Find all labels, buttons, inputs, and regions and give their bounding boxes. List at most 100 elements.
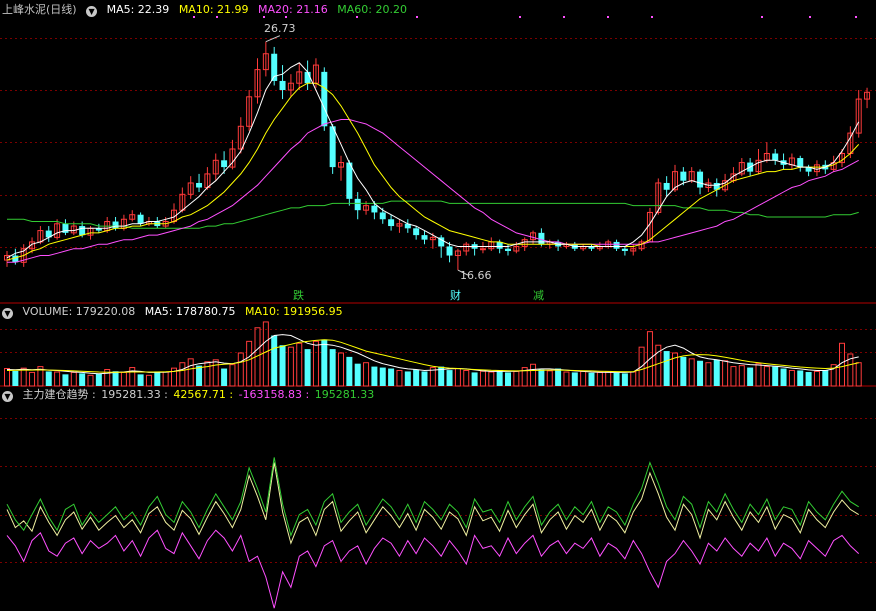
candle-body bbox=[379, 212, 386, 220]
top-marker-dot bbox=[809, 16, 811, 18]
volume-bar bbox=[404, 371, 411, 386]
volume-bar bbox=[788, 369, 795, 387]
candle-body bbox=[697, 171, 704, 188]
candle-body bbox=[505, 248, 511, 251]
volume-bar bbox=[747, 367, 754, 386]
indicator-v4: 195281.33 bbox=[314, 388, 375, 401]
candle-body bbox=[354, 198, 361, 211]
indicator-line-white bbox=[6, 462, 859, 545]
volume-bar bbox=[388, 368, 395, 386]
volume-bar bbox=[697, 360, 704, 386]
volume-ma5-label: MA5: 178780.75 bbox=[144, 305, 236, 318]
volume-bar bbox=[329, 349, 336, 386]
volume-bar bbox=[530, 363, 537, 387]
event-marker-jian[interactable]: 减 bbox=[532, 289, 545, 302]
volume-bar bbox=[605, 371, 612, 387]
indicator-title: 主力建仓趋势 : bbox=[22, 388, 96, 401]
volume-bar bbox=[187, 358, 194, 387]
candle-body bbox=[112, 221, 119, 229]
volume-bar bbox=[496, 370, 503, 386]
top-marker-dot bbox=[651, 16, 653, 18]
volume-bar bbox=[546, 370, 553, 387]
volume-bar bbox=[780, 368, 787, 386]
volume-bar bbox=[262, 321, 269, 387]
volume-bar bbox=[413, 369, 420, 386]
volume-bar bbox=[630, 371, 637, 387]
volume-bar bbox=[354, 363, 361, 386]
volume-bar bbox=[95, 373, 102, 386]
candle-body bbox=[446, 246, 453, 256]
candle-body bbox=[772, 153, 779, 161]
top-marker-dot bbox=[519, 16, 521, 18]
volume-bar bbox=[471, 372, 478, 386]
top-marker-dot bbox=[607, 16, 609, 18]
volume-header: ▼ VOLUME: 179220.08 MA5: 178780.75 MA10:… bbox=[2, 304, 349, 320]
candle-body bbox=[388, 219, 395, 227]
candle-body bbox=[613, 241, 620, 249]
volume-bar bbox=[688, 358, 695, 387]
volume-bar bbox=[120, 371, 127, 387]
volume-bar bbox=[296, 342, 303, 387]
volume-bar bbox=[221, 368, 228, 386]
indicator-line-magenta bbox=[6, 529, 860, 609]
volume-bar bbox=[805, 372, 812, 386]
volume-bar bbox=[204, 361, 211, 387]
top-marker-dot bbox=[761, 16, 763, 18]
volume-bar bbox=[797, 370, 804, 386]
volume-bar bbox=[755, 363, 762, 387]
ma10-label: MA10: 21.99 bbox=[178, 3, 249, 16]
volume-bar bbox=[212, 359, 219, 387]
candle-body bbox=[196, 182, 203, 188]
volume-bar bbox=[154, 371, 161, 386]
volume-bar bbox=[12, 370, 19, 386]
candle-body bbox=[221, 160, 228, 168]
candle-body bbox=[321, 71, 328, 127]
volume-bar bbox=[396, 369, 403, 387]
event-marker-die[interactable]: 跌 bbox=[292, 289, 305, 302]
volume-bar bbox=[271, 335, 278, 386]
volume-bar bbox=[588, 372, 595, 386]
volume-bar bbox=[54, 371, 61, 387]
volume-bar bbox=[855, 362, 862, 387]
volume-bar bbox=[137, 374, 144, 386]
volume-bar bbox=[479, 370, 486, 387]
volume-bar bbox=[304, 349, 311, 386]
candle-body bbox=[621, 248, 628, 251]
volume-bar bbox=[237, 352, 244, 387]
indicator-v3: -163158.83 : bbox=[238, 388, 310, 401]
volume-bar bbox=[555, 368, 562, 386]
volume-bar bbox=[229, 364, 236, 387]
top-marker-dot bbox=[416, 16, 418, 18]
ma20-label: MA20: 21.16 bbox=[258, 3, 328, 16]
volume-bar bbox=[488, 371, 495, 387]
candle-body bbox=[279, 80, 286, 91]
candle-body bbox=[421, 235, 428, 240]
volume-bar bbox=[813, 370, 820, 387]
volume-bar bbox=[29, 371, 36, 387]
volume-bar bbox=[680, 356, 687, 386]
volume-bar bbox=[79, 373, 86, 386]
volume-bar bbox=[839, 342, 845, 387]
indicator-settings-dropdown-icon[interactable]: ▼ bbox=[2, 391, 13, 402]
low-price-label: 16.66 bbox=[460, 269, 492, 282]
volume-bar bbox=[513, 370, 520, 387]
volume-bar bbox=[62, 374, 69, 386]
indicator-v2: 42567.71 : bbox=[173, 388, 234, 401]
volume-bar bbox=[363, 362, 370, 387]
event-marker-cai[interactable]: 财 bbox=[449, 289, 462, 302]
volume-bar bbox=[538, 369, 545, 386]
top-marker-dot bbox=[855, 16, 857, 18]
volume-bar bbox=[312, 340, 319, 387]
volume-bar bbox=[772, 366, 779, 386]
volume-bar bbox=[713, 359, 720, 386]
volume-bar bbox=[446, 370, 453, 386]
volume-bar bbox=[763, 366, 770, 387]
ma5-label: MA5: 22.39 bbox=[106, 3, 170, 16]
ma60-label: MA60: 20.20 bbox=[337, 3, 407, 16]
volume-value-label: VOLUME: 179220.08 bbox=[22, 305, 136, 318]
candle-body bbox=[79, 226, 86, 236]
price-settings-dropdown-icon[interactable]: ▼ bbox=[86, 6, 98, 17]
volume-settings-dropdown-icon[interactable]: ▼ bbox=[2, 308, 13, 319]
volume-bar bbox=[246, 340, 253, 387]
high-pointer bbox=[265, 35, 281, 43]
